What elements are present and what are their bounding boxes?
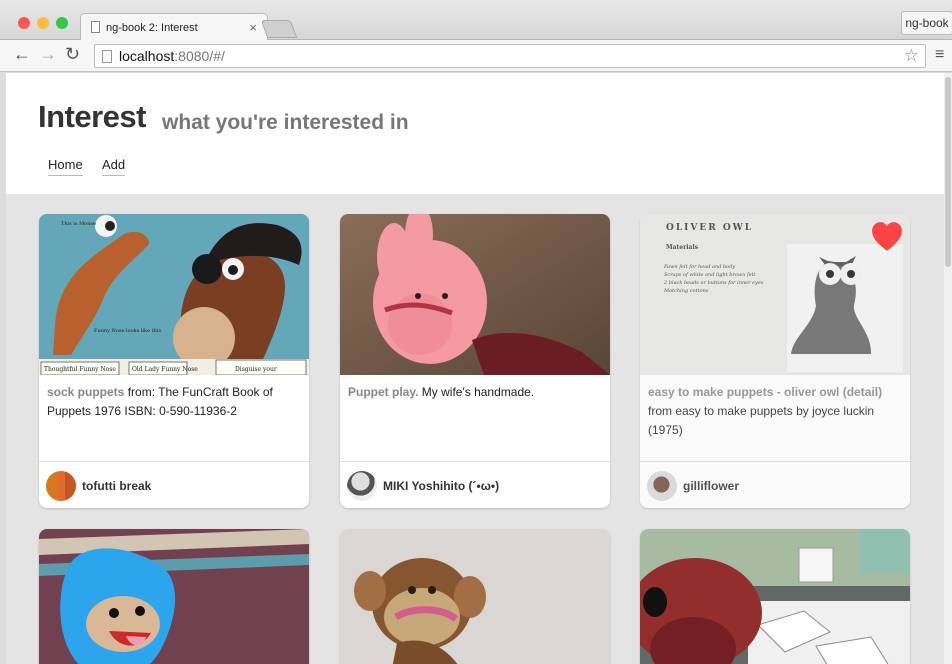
monkey-puppet-image[interactable] (340, 529, 610, 664)
puppet-play-image (340, 214, 610, 375)
reload-icon[interactable]: ↻ (65, 44, 80, 65)
crafting-table-image[interactable] (640, 529, 910, 664)
nav-home-link[interactable]: Home (48, 157, 83, 176)
pin-source-link[interactable]: easy to make puppets - oliver owl (detai… (648, 385, 882, 399)
back-icon[interactable]: ← (13, 44, 31, 65)
card-divider (340, 461, 610, 462)
page-icon (102, 50, 112, 63)
svg-text:Fawn felt for head and body: Fawn felt for head and body (663, 264, 735, 270)
forward-icon[interactable]: → (39, 44, 57, 65)
pin-card[interactable]: This is Monse Funny Nose looks like this… (39, 214, 309, 508)
pin-source-link[interactable]: sock puppets (47, 385, 124, 399)
zoom-window-button[interactable] (56, 17, 68, 29)
pin-card[interactable]: OLIVER OWL Materials Fawn felt for head … (640, 214, 910, 508)
liked-heart-icon[interactable] (870, 220, 904, 254)
address-bar[interactable]: localhost:8080/#/ ☆ (94, 44, 926, 68)
app-header: Interest what you're interested in Home … (6, 73, 944, 194)
pin-image[interactable]: This is Monse Funny Nose looks like this… (39, 214, 309, 375)
pin-description: Puppet play. My wife's handmade. (348, 385, 535, 399)
sock-puppets-image: This is Monse Funny Nose looks like this… (39, 214, 309, 375)
vertical-scrollbar[interactable] (944, 73, 952, 664)
svg-text:This is Monse: This is Monse (61, 221, 96, 227)
svg-text:2 black beads or buttons for i: 2 black beads or buttons for inner eyes (663, 280, 764, 286)
pin-source-link[interactable]: Puppet play. (348, 385, 418, 399)
profile-button[interactable]: ng-book (901, 11, 952, 35)
pin-card[interactable] (340, 529, 610, 664)
avatar (46, 471, 76, 501)
svg-text:Thoughtful Funny Nose: Thoughtful Funny Nose (44, 366, 116, 373)
avatar (347, 471, 377, 501)
pin-image[interactable] (340, 214, 610, 375)
new-tab-button[interactable] (260, 20, 298, 38)
pin-description: sock puppets from: The FunCraft Book of … (47, 385, 273, 418)
page-title: Interest (38, 99, 146, 134)
browser-toolbar: ← → ↻ localhost:8080/#/ ☆ ≡ (0, 40, 952, 72)
close-window-button[interactable] (18, 17, 30, 29)
avatar (647, 471, 677, 501)
card-divider (39, 461, 309, 462)
username: tofutti break (82, 479, 152, 493)
browser-tab[interactable]: ng-book 2: Interest × (80, 13, 268, 41)
page-subtitle: what you're interested in (162, 111, 409, 134)
pin-card[interactable] (640, 529, 910, 664)
card-divider (640, 461, 910, 462)
browser-titlebar: ng-book 2: Interest × ng-book (0, 0, 952, 41)
minimize-window-button[interactable] (37, 17, 49, 29)
close-tab-icon[interactable]: × (249, 20, 257, 35)
svg-text:Funny Nose looks like this: Funny Nose looks like this (94, 328, 161, 334)
svg-text:Scraps of white and light brow: Scraps of white and light brown felt (664, 272, 756, 278)
browser-menu-icon[interactable]: ≡ (935, 46, 944, 64)
bookmark-star-icon[interactable]: ☆ (904, 46, 919, 66)
page-icon (91, 21, 100, 33)
scrollbar-thumb[interactable] (945, 77, 951, 267)
svg-text:Old Lady Funny Nose: Old Lady Funny Nose (132, 366, 198, 373)
pin-card[interactable] (39, 529, 309, 664)
svg-text:Matching cottons: Matching cottons (663, 288, 709, 294)
blue-puppet-image[interactable] (39, 529, 309, 664)
svg-text:OLIVER OWL: OLIVER OWL (666, 223, 753, 233)
tab-title: ng-book 2: Interest (106, 22, 198, 34)
svg-text:Materials: Materials (666, 244, 699, 251)
pin-card[interactable]: Puppet play. My wife's handmade. MIKI Yo… (340, 214, 610, 508)
username: gilliflower (683, 479, 740, 493)
nav-add-link[interactable]: Add (102, 157, 126, 176)
pin-image[interactable]: OLIVER OWL Materials Fawn felt for head … (640, 214, 910, 375)
page-content: Interest what you're interested in Home … (6, 73, 952, 664)
pin-description: easy to make puppets - oliver owl (detai… (648, 385, 883, 437)
username: MIKI Yoshihito (´•ω•) (383, 479, 500, 493)
svg-text:Disguise your: Disguise your (235, 366, 277, 373)
address-text: localhost:8080/#/ (119, 48, 225, 64)
